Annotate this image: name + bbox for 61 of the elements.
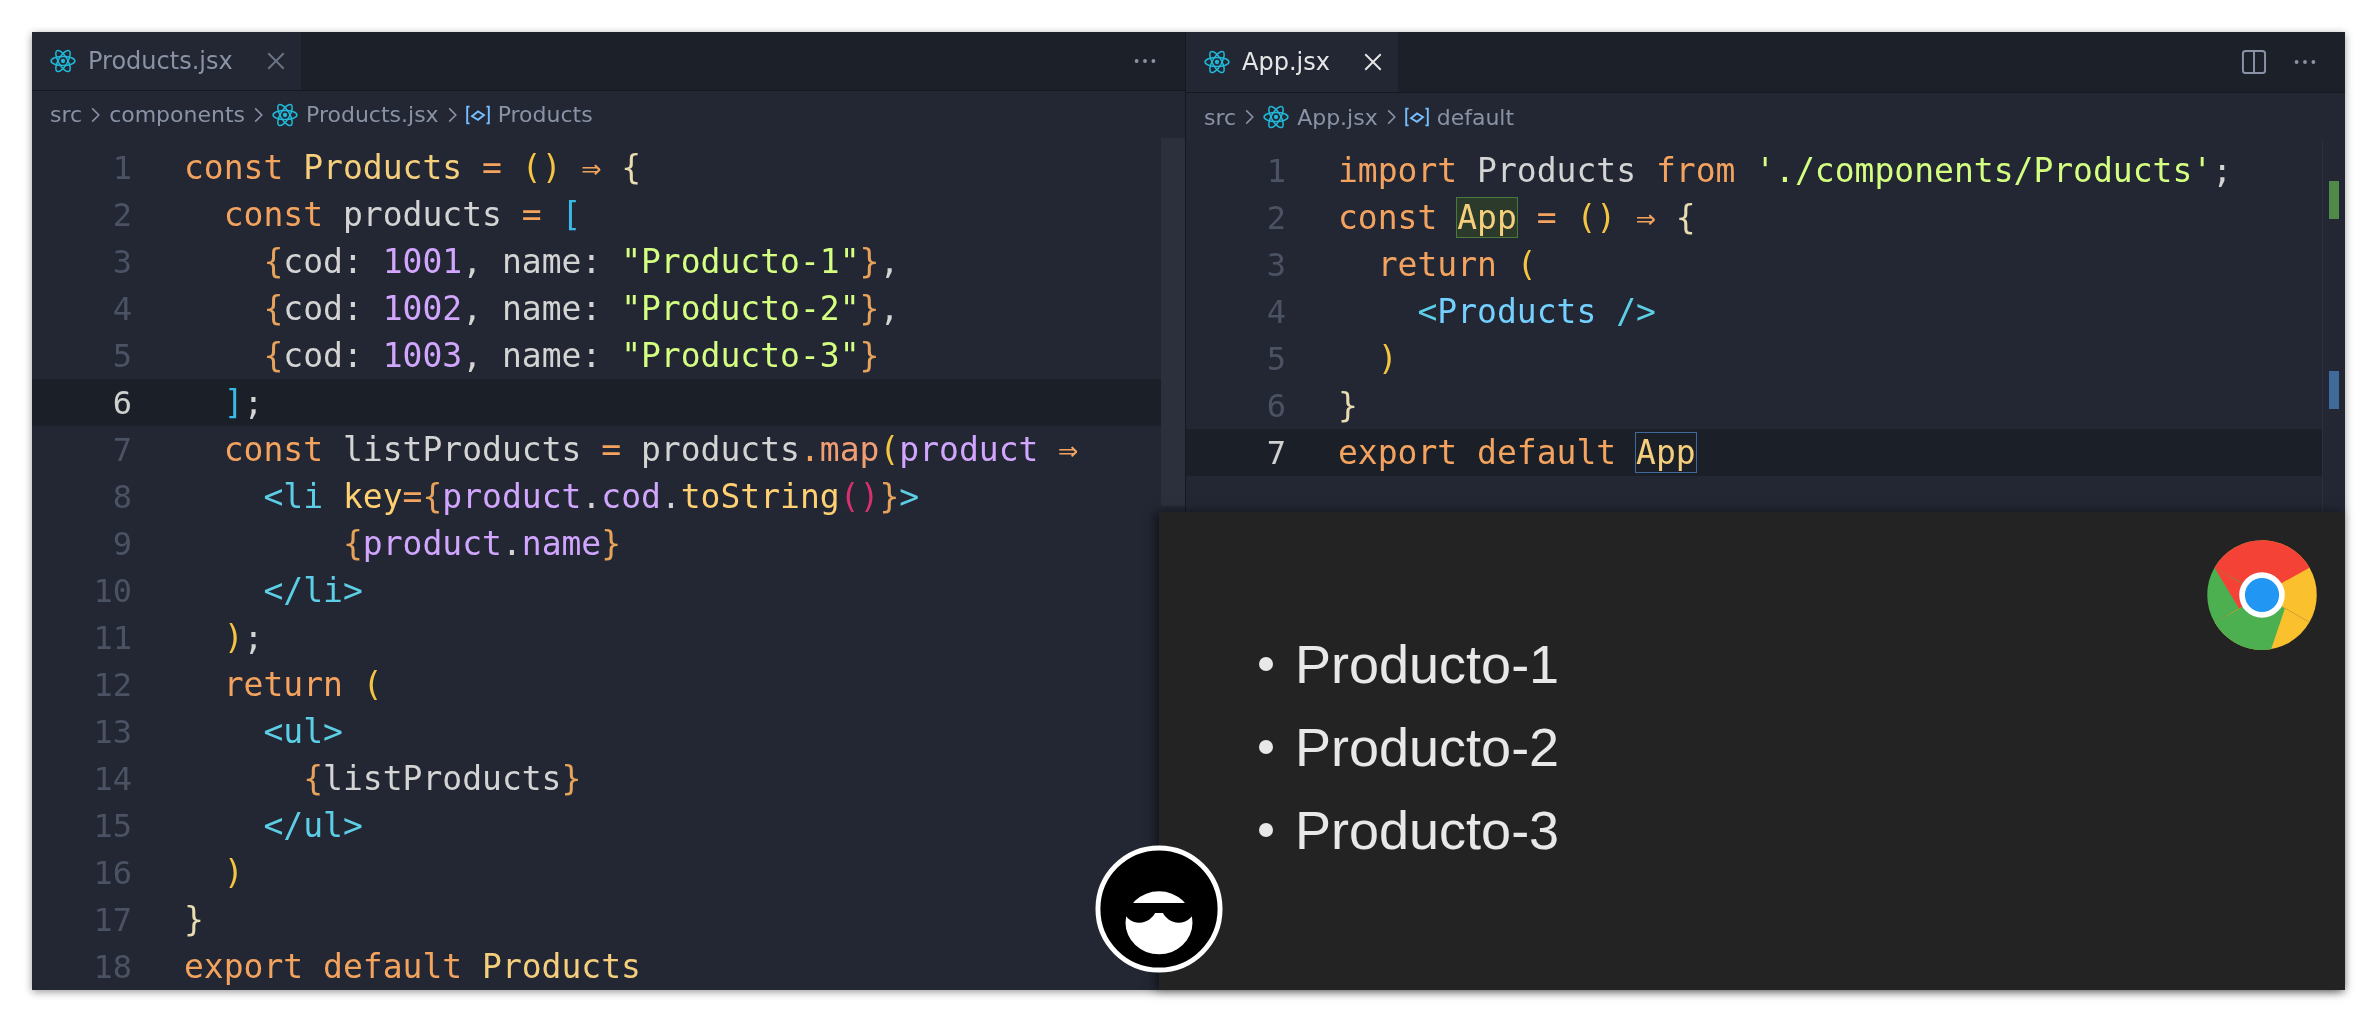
code-line: {cod: 1003, name: "Producto-3"} bbox=[262, 336, 880, 375]
chevron-icon bbox=[1244, 108, 1256, 126]
breadcrumb-item[interactable]: src bbox=[1204, 104, 1237, 130]
selection-marker bbox=[2329, 371, 2339, 409]
breadcrumb-item[interactable]: default bbox=[1436, 104, 1515, 130]
code-line: <ul> bbox=[262, 712, 343, 751]
symbol-icon bbox=[1404, 107, 1429, 127]
scrollbar[interactable] bbox=[1161, 138, 1185, 506]
code-line: ) bbox=[1376, 339, 1398, 378]
breadcrumb-item[interactable]: src bbox=[50, 102, 83, 128]
code-line: ]; bbox=[222, 383, 264, 422]
avatar-icon bbox=[1094, 844, 1224, 974]
code-line: return ( bbox=[222, 665, 383, 704]
chevron-icon bbox=[1385, 108, 1397, 126]
bullet-icon bbox=[1259, 822, 1273, 837]
code-line: </ul> bbox=[262, 806, 363, 845]
code-line: export default Products bbox=[184, 947, 641, 986]
code-line: const products = [ bbox=[222, 195, 582, 234]
code-line: const App = () ⇒ { bbox=[1338, 198, 1696, 237]
code-line: return ( bbox=[1376, 245, 1537, 284]
code-line: {listProducts} bbox=[302, 759, 582, 798]
code-line: import Products from './components/Products'; bbox=[1338, 151, 2233, 190]
chevron-icon bbox=[90, 105, 102, 124]
editor-tab[interactable]: Products.jsx bbox=[32, 32, 301, 91]
code-line: const listProducts = products.map(product ⇒ bbox=[222, 430, 1079, 469]
breadcrumb-item[interactable]: Products bbox=[497, 102, 593, 128]
code-line: {cod: 1002, name: "Producto-2"}, bbox=[262, 289, 900, 328]
symbol-icon bbox=[465, 104, 490, 125]
code-line: {product.name} bbox=[341, 524, 622, 563]
bullet-icon bbox=[1259, 656, 1273, 671]
list-item: Producto-2 bbox=[1295, 715, 1560, 778]
code-line: </li> bbox=[262, 571, 363, 610]
code-line: <Products /> bbox=[1416, 292, 1656, 331]
react-icon bbox=[1204, 50, 1230, 74]
code-line: export default App bbox=[1338, 433, 1696, 472]
line-number: 7 bbox=[1265, 433, 1287, 472]
list-item: Producto-3 bbox=[1295, 798, 1560, 861]
editor-tab[interactable]: App.jsx bbox=[1186, 32, 1398, 92]
chrome-logo-icon bbox=[2205, 538, 2319, 652]
react-icon bbox=[272, 102, 299, 127]
code-line: } bbox=[184, 900, 204, 939]
code-line: {cod: 1001, name: "Producto-1"}, bbox=[262, 242, 900, 281]
breadcrumb-item[interactable]: Products.jsx bbox=[306, 102, 439, 128]
breadcrumb-item[interactable]: App.jsx bbox=[1297, 104, 1378, 130]
breadcrumb-item[interactable]: components bbox=[109, 102, 246, 128]
code-line: ) bbox=[222, 853, 244, 892]
more-icon[interactable] bbox=[2293, 58, 2317, 66]
line-number: 6 bbox=[111, 383, 133, 422]
list-item: Producto-1 bbox=[1295, 632, 1560, 695]
react-icon bbox=[1263, 105, 1290, 129]
code-line: } bbox=[1338, 386, 1358, 425]
split-editor-icon[interactable] bbox=[2241, 49, 2267, 75]
code-line: const Products = () ⇒ { bbox=[184, 148, 641, 187]
react-icon bbox=[50, 49, 76, 74]
chevron-icon bbox=[253, 105, 265, 124]
change-marker bbox=[2329, 181, 2339, 219]
code-line: ); bbox=[222, 618, 264, 657]
bullet-icon bbox=[1259, 739, 1273, 754]
code-line: <li key={product.cod.toString()}> bbox=[262, 477, 920, 516]
more-icon[interactable] bbox=[1133, 57, 1157, 66]
chevron-icon bbox=[446, 105, 458, 124]
